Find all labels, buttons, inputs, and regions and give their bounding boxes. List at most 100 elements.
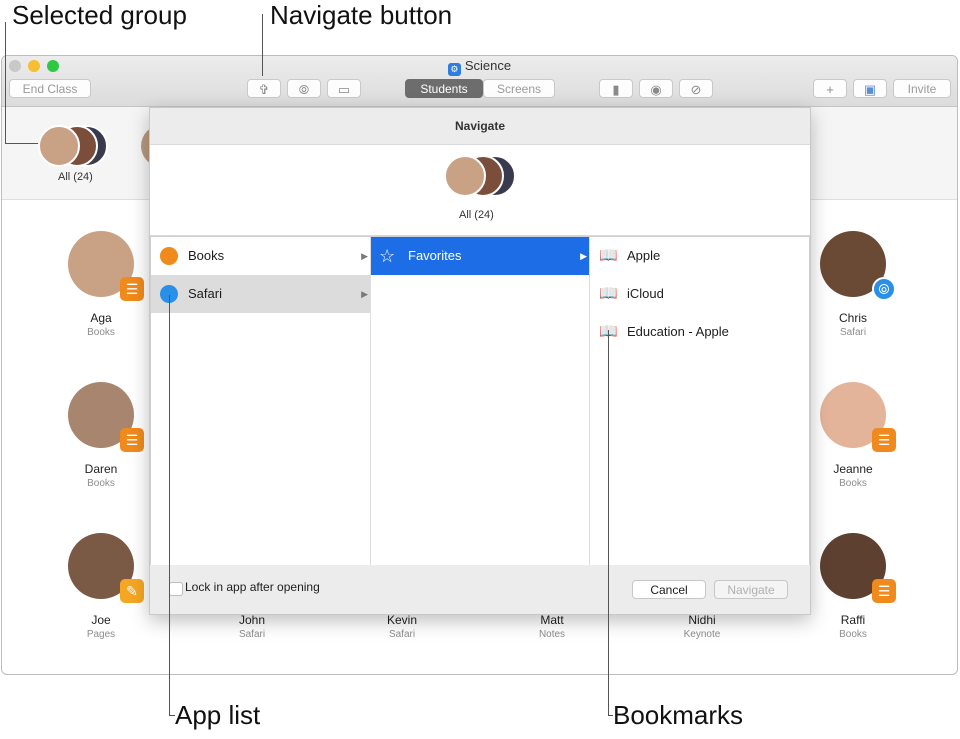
eye-icon: ◉ xyxy=(650,82,662,97)
student-tile[interactable]: ☰ Jeanne Books xyxy=(798,382,908,489)
callout-navigate-button: Navigate button xyxy=(270,0,453,30)
chevron-right-icon: ▶ xyxy=(361,251,368,261)
student-app: Books xyxy=(87,327,115,338)
callout-line xyxy=(5,143,38,144)
student-app: Safari xyxy=(388,629,416,640)
category-item-favorites[interactable]: ☆ Favorites ▶ xyxy=(371,237,589,275)
books-icon: ☰ xyxy=(872,428,896,452)
callout-line xyxy=(262,14,263,76)
category-list: ☆ Favorites ▶ xyxy=(371,237,590,566)
photo-icon: ▣ xyxy=(863,82,877,97)
pages-icon: ✎ xyxy=(120,579,144,603)
student-app: Books xyxy=(839,629,867,640)
title-bar: ⚙ Science End Class ✞ ⦾ ▭ Students Screen… xyxy=(2,56,957,107)
plus-icon: + xyxy=(826,82,834,97)
add-button[interactable]: + xyxy=(813,79,847,98)
student-name: Raffi xyxy=(840,613,866,627)
tab-students[interactable]: Students xyxy=(405,79,483,98)
group-avatars xyxy=(444,155,518,197)
airplay-icon: ▭ xyxy=(337,82,351,97)
student-app: Books xyxy=(839,478,867,489)
star-icon: ☆ xyxy=(379,246,396,266)
classroom-app-icon: ⚙ xyxy=(447,63,461,76)
student-app: Keynote xyxy=(683,629,721,640)
avatar: ☰ xyxy=(68,231,144,301)
callout-line xyxy=(169,715,175,716)
callout-line xyxy=(608,330,609,715)
avatar: ☰ xyxy=(68,382,144,452)
sheet-group-label: All (24) xyxy=(459,209,494,221)
airplay-button[interactable]: ▭ xyxy=(327,79,361,98)
sheet-title: Navigate xyxy=(150,108,810,145)
bell-slash-icon: ⊘ xyxy=(690,82,702,97)
mute-button[interactable]: ⊘ xyxy=(679,79,713,98)
bookmark-item[interactable]: 📖 Education - Apple xyxy=(590,313,808,351)
callout-app-list: App list xyxy=(175,700,261,730)
student-name: Nidhi xyxy=(688,613,716,627)
lock-checkbox-label: Lock in app after opening xyxy=(185,580,320,594)
student-app: Pages xyxy=(86,629,116,640)
callout-line xyxy=(169,295,170,715)
avatar xyxy=(38,125,80,167)
app-item-books[interactable]: Books ▶ xyxy=(151,237,370,275)
student-name: John xyxy=(238,613,266,627)
callout-bookmarks: Bookmarks xyxy=(613,700,744,730)
chevron-right-icon: ▶ xyxy=(361,289,368,299)
navigate-button[interactable]: ⦾ xyxy=(287,79,321,98)
callout-selected-group: Selected group xyxy=(12,0,187,30)
student-name: Jeanne xyxy=(833,462,873,476)
student-name: Joe xyxy=(91,613,111,627)
bookmark-item[interactable]: 📖 iCloud xyxy=(590,275,808,313)
lock-icon: ▮ xyxy=(612,82,620,97)
books-icon: ☰ xyxy=(120,428,144,452)
callout-line xyxy=(608,715,613,716)
student-name: Matt xyxy=(540,613,564,627)
navigate-confirm-button[interactable]: Navigate xyxy=(714,580,788,599)
callout-line xyxy=(5,22,6,144)
app-item-safari[interactable]: Safari ▶ xyxy=(151,275,370,313)
photo-button[interactable]: ▣ xyxy=(853,79,887,98)
app-list: Books ▶ Safari ▶ xyxy=(151,237,371,566)
bookmark-item[interactable]: 📖 Apple xyxy=(590,237,808,275)
student-name: Aga xyxy=(90,311,112,325)
student-name: Chris xyxy=(838,311,867,325)
student-name: Daren xyxy=(84,462,118,476)
tab-screens[interactable]: Screens xyxy=(483,79,555,98)
avatar: ⦾ xyxy=(820,231,896,301)
student-tile[interactable]: ⦾ Chris Safari xyxy=(798,231,908,338)
window-title: ⚙ Science xyxy=(2,58,957,76)
student-app: Books xyxy=(87,478,115,489)
invite-button[interactable]: Invite xyxy=(893,79,951,98)
cancel-button[interactable]: Cancel xyxy=(632,580,706,599)
compass-icon: ⦾ xyxy=(298,82,310,97)
bookmark-list: 📖 Apple 📖 iCloud 📖 Education - Apple xyxy=(590,237,808,566)
navigate-sheet: Navigate All (24) Books ▶ Safari ▶ ☆ Fav… xyxy=(149,107,811,615)
student-name: Kevin xyxy=(386,613,418,627)
student-tile[interactable]: ✎ Joe Pages xyxy=(46,533,156,640)
sheet-group-header: All (24) xyxy=(150,145,810,236)
avatar: ☰ xyxy=(820,533,896,603)
student-app: Notes xyxy=(538,629,566,640)
student-tile[interactable]: ☰ Aga Books xyxy=(46,231,156,338)
books-icon: ☰ xyxy=(120,277,144,301)
books-icon: ☰ xyxy=(872,579,896,603)
selected-group-avatars[interactable] xyxy=(38,125,112,167)
student-app: Safari xyxy=(839,327,867,338)
lock-button[interactable]: ▮ xyxy=(599,79,633,98)
book-icon: 📖 xyxy=(599,285,618,302)
book-icon: 📖 xyxy=(599,247,618,264)
lock-checkbox[interactable] xyxy=(169,582,183,596)
student-app: Safari xyxy=(238,629,266,640)
open-app-button[interactable]: ✞ xyxy=(247,79,281,98)
safari-icon: ⦾ xyxy=(872,277,896,301)
hide-button[interactable]: ◉ xyxy=(639,79,673,98)
avatar xyxy=(444,155,486,197)
student-tile[interactable]: ☰ Daren Books xyxy=(46,382,156,489)
app-store-icon: ✞ xyxy=(258,82,270,97)
avatar: ✎ xyxy=(68,533,144,603)
student-tile[interactable]: ☰ Raffi Books xyxy=(798,533,908,640)
selected-group-label: All (24) xyxy=(58,171,93,183)
browser-columns: Books ▶ Safari ▶ ☆ Favorites ▶ 📖 Apple 📖 xyxy=(150,236,810,567)
chevron-right-icon: ▶ xyxy=(580,251,587,261)
end-class-button[interactable]: End Class xyxy=(9,79,91,98)
